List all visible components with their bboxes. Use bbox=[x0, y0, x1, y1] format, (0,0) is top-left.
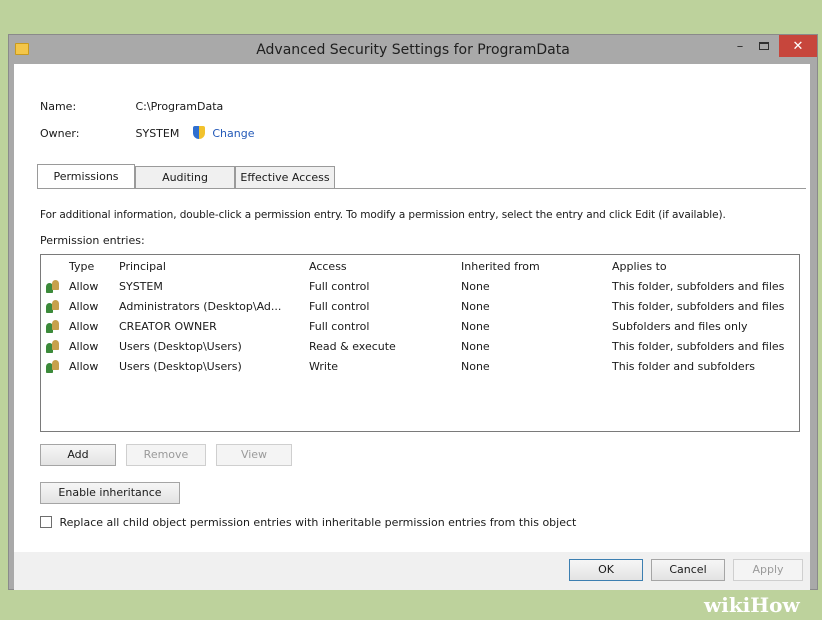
dialog-button-bar: OK Cancel Apply bbox=[14, 552, 810, 590]
entry-type: Allow bbox=[69, 340, 99, 353]
entry-applies-to: This folder, subfolders and files bbox=[612, 280, 785, 293]
ok-button[interactable]: OK bbox=[569, 559, 643, 581]
users-icon bbox=[46, 360, 62, 373]
name-value: C:\ProgramData bbox=[135, 100, 224, 113]
entry-type: Allow bbox=[69, 360, 99, 373]
list-header: Type Principal Access Inherited from App… bbox=[41, 257, 799, 277]
replace-child-permissions-label[interactable]: Replace all child object permission entr… bbox=[60, 516, 577, 529]
list-item[interactable]: Allow Administrators (Desktop\Ad... Full… bbox=[41, 297, 799, 317]
dialog-client-area: Name: C:\ProgramData Owner: SYSTEM Chang… bbox=[14, 64, 810, 552]
column-header-principal[interactable]: Principal bbox=[119, 260, 166, 273]
owner-row: Owner: SYSTEM Change bbox=[40, 126, 254, 140]
replace-child-permissions-row[interactable]: Replace all child object permission entr… bbox=[40, 516, 576, 529]
entry-inherited-from: None bbox=[461, 320, 490, 333]
tab-effective-access[interactable]: Effective Access bbox=[235, 166, 335, 188]
users-icon bbox=[46, 280, 62, 293]
users-icon bbox=[46, 300, 62, 313]
entry-applies-to: This folder, subfolders and files bbox=[612, 340, 785, 353]
replace-child-permissions-checkbox[interactable] bbox=[40, 516, 52, 528]
list-item[interactable]: Allow Users (Desktop\Users) Read & execu… bbox=[41, 337, 799, 357]
tab-auditing[interactable]: Auditing bbox=[135, 166, 235, 188]
entry-access: Read & execute bbox=[309, 340, 396, 353]
entry-type: Allow bbox=[69, 300, 99, 313]
list-item[interactable]: Allow CREATOR OWNER Full control None Su… bbox=[41, 317, 799, 337]
permission-entries-list[interactable]: Type Principal Access Inherited from App… bbox=[40, 254, 800, 432]
remove-button[interactable]: Remove bbox=[126, 444, 206, 466]
column-header-applies-to[interactable]: Applies to bbox=[612, 260, 667, 273]
cancel-button[interactable]: Cancel bbox=[651, 559, 725, 581]
permission-entries-label: Permission entries: bbox=[40, 234, 145, 247]
entry-applies-to: This folder, subfolders and files bbox=[612, 300, 785, 313]
change-owner-link[interactable]: Change bbox=[212, 127, 254, 140]
tab-divider bbox=[37, 188, 806, 189]
entry-applies-to: Subfolders and files only bbox=[612, 320, 748, 333]
entry-inherited-from: None bbox=[461, 300, 490, 313]
entry-principal: Users (Desktop\Users) bbox=[119, 340, 242, 353]
column-header-inherited-from[interactable]: Inherited from bbox=[461, 260, 540, 273]
column-header-access[interactable]: Access bbox=[309, 260, 347, 273]
entry-type: Allow bbox=[69, 320, 99, 333]
column-header-type[interactable]: Type bbox=[69, 260, 94, 273]
entry-access: Write bbox=[309, 360, 339, 373]
entry-principal: SYSTEM bbox=[119, 280, 163, 293]
entry-principal: CREATOR OWNER bbox=[119, 320, 217, 333]
apply-button[interactable]: Apply bbox=[733, 559, 803, 581]
list-item[interactable]: Allow Users (Desktop\Users) Write None T… bbox=[41, 357, 799, 377]
owner-label: Owner: bbox=[40, 127, 80, 140]
view-button[interactable]: View bbox=[216, 444, 292, 466]
description-text: For additional information, double-click… bbox=[40, 209, 726, 221]
owner-value: SYSTEM bbox=[135, 127, 180, 140]
entry-type: Allow bbox=[69, 280, 99, 293]
entry-principal: Users (Desktop\Users) bbox=[119, 360, 242, 373]
list-item[interactable]: Allow SYSTEM Full control None This fold… bbox=[41, 277, 799, 297]
users-icon bbox=[46, 340, 62, 353]
users-icon bbox=[46, 320, 62, 333]
wikihow-watermark: wikiHow bbox=[700, 590, 822, 620]
enable-inheritance-button[interactable]: Enable inheritance bbox=[40, 482, 180, 504]
entry-access: Full control bbox=[309, 280, 370, 293]
add-button[interactable]: Add bbox=[40, 444, 116, 466]
entry-access: Full control bbox=[309, 300, 370, 313]
entry-inherited-from: None bbox=[461, 360, 490, 373]
tab-permissions[interactable]: Permissions bbox=[37, 164, 135, 189]
entry-principal: Administrators (Desktop\Ad... bbox=[119, 300, 282, 313]
entry-applies-to: This folder and subfolders bbox=[612, 360, 755, 373]
name-label: Name: bbox=[40, 100, 77, 113]
name-row: Name: C:\ProgramData bbox=[40, 100, 223, 113]
entry-inherited-from: None bbox=[461, 280, 490, 293]
entry-access: Full control bbox=[309, 320, 370, 333]
uac-shield-icon bbox=[192, 126, 205, 139]
watermark-how: How bbox=[750, 593, 800, 617]
entry-inherited-from: None bbox=[461, 340, 490, 353]
watermark-wiki: wiki bbox=[704, 593, 751, 617]
